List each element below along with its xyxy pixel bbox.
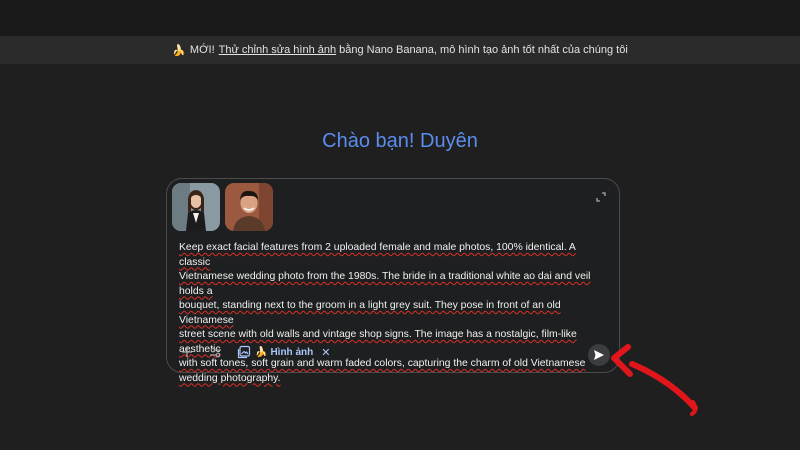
prompt-composer: Keep exact facial features from 2 upload… bbox=[166, 178, 620, 384]
image-gallery-icon bbox=[237, 345, 251, 359]
close-icon[interactable]: ✕ bbox=[321, 346, 330, 359]
gemini-home: 🍌 MỚI! Thử chỉnh sửa hình ảnh bằng Nano … bbox=[0, 0, 800, 450]
greeting-title: Chào bạn! Duyên bbox=[322, 130, 478, 152]
image-tool-chip[interactable]: 🍌 Hình ảnh ✕ bbox=[237, 342, 330, 362]
tools-icon[interactable] bbox=[205, 342, 225, 362]
banner-text: bằng Nano Banana, mô hình tạo ảnh tốt nh… bbox=[339, 44, 628, 56]
male-photo-thumbnail[interactable] bbox=[225, 183, 273, 231]
prompt-line: Keep exact facial features from 2 upload… bbox=[179, 242, 576, 268]
female-photo-thumbnail[interactable] bbox=[172, 183, 220, 231]
prompt-text[interactable]: Keep exact facial features from 2 upload… bbox=[179, 241, 607, 386]
banner-link[interactable]: Thử chỉnh sửa hình ảnh bbox=[219, 44, 336, 56]
plus-icon[interactable] bbox=[177, 342, 197, 362]
banana-emoji-icon: 🍌 bbox=[255, 346, 268, 358]
prompt-line: Vietnamese wedding photo from the 1980s.… bbox=[179, 271, 591, 297]
tool-chip-label: Hình ảnh bbox=[270, 346, 314, 358]
composer-toolbar: 🍌 Hình ảnh ✕ bbox=[177, 342, 330, 362]
prompt-line: bouquet, standing next to the groom in a… bbox=[179, 300, 561, 326]
banana-emoji-icon: 🍌 bbox=[172, 44, 186, 57]
expand-icon[interactable] bbox=[595, 190, 607, 202]
annotation-arrow bbox=[611, 344, 698, 416]
banner-prefix: MỚI! bbox=[189, 44, 215, 56]
top-bar bbox=[0, 0, 800, 36]
prompt-line: wedding photography. bbox=[179, 372, 281, 384]
attachment-list bbox=[172, 183, 273, 231]
promo-banner: 🍌 MỚI! Thử chỉnh sửa hình ảnh bằng Nano … bbox=[0, 36, 800, 64]
